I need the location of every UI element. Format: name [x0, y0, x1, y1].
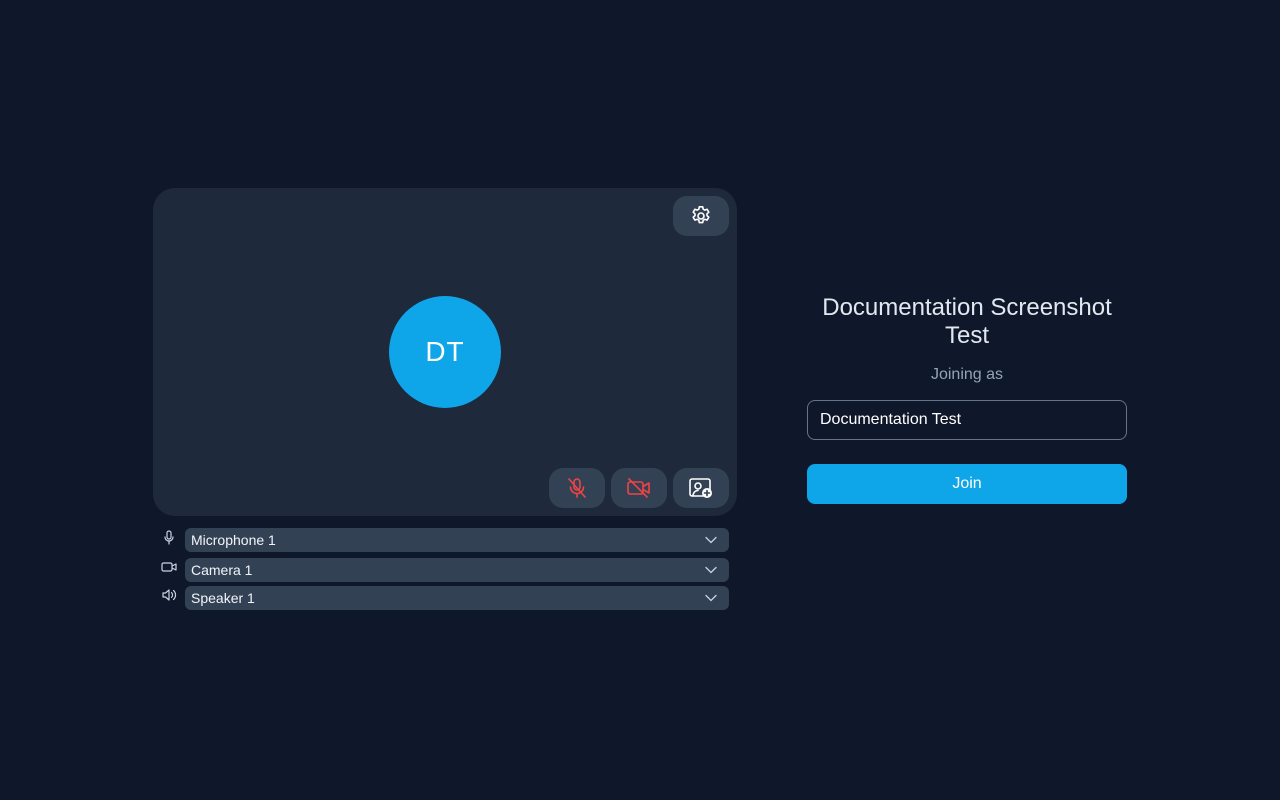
background-blur-icon [689, 478, 712, 498]
device-selectors: Microphone 1 Camera 1 Speaker 1 [153, 528, 729, 616]
speaker-select-value: Speaker 1 [191, 590, 255, 606]
media-controls [549, 468, 729, 508]
microphone-select[interactable]: Microphone 1 [185, 528, 729, 552]
speaker-select[interactable]: Speaker 1 [185, 586, 729, 610]
gear-icon [692, 206, 710, 224]
speaker-icon [153, 586, 185, 610]
meeting-title: Documentation Screenshot Test [822, 294, 1112, 349]
mic-off-icon [568, 478, 586, 498]
microphone-row: Microphone 1 [153, 528, 729, 552]
background-effects-button[interactable] [673, 468, 729, 508]
camera-select-value: Camera 1 [191, 562, 253, 578]
microphone-select-value: Microphone 1 [191, 532, 276, 548]
join-panel: Documentation Screenshot Test Joining as… [807, 294, 1127, 504]
chevron-down-icon [705, 536, 717, 544]
camera-select[interactable]: Camera 1 [185, 558, 729, 582]
chevron-down-icon [705, 594, 717, 602]
camera-toggle-button[interactable] [611, 468, 667, 508]
chevron-down-icon [705, 566, 717, 574]
settings-button[interactable] [673, 196, 729, 236]
camera-row: Camera 1 [153, 558, 729, 582]
prejoin-screen: DT Microphone 1 Camera 1 Speaker 1 Docum… [0, 0, 1280, 800]
microphone-icon [153, 528, 185, 552]
join-button[interactable]: Join [807, 464, 1127, 504]
microphone-toggle-button[interactable] [549, 468, 605, 508]
video-preview: DT [153, 188, 737, 516]
avatar: DT [389, 296, 501, 408]
display-name-input[interactable] [807, 400, 1127, 440]
joining-as-label: Joining as [930, 366, 1004, 383]
speaker-row: Speaker 1 [153, 586, 729, 610]
camera-icon [153, 558, 185, 582]
video-off-icon [627, 478, 650, 498]
